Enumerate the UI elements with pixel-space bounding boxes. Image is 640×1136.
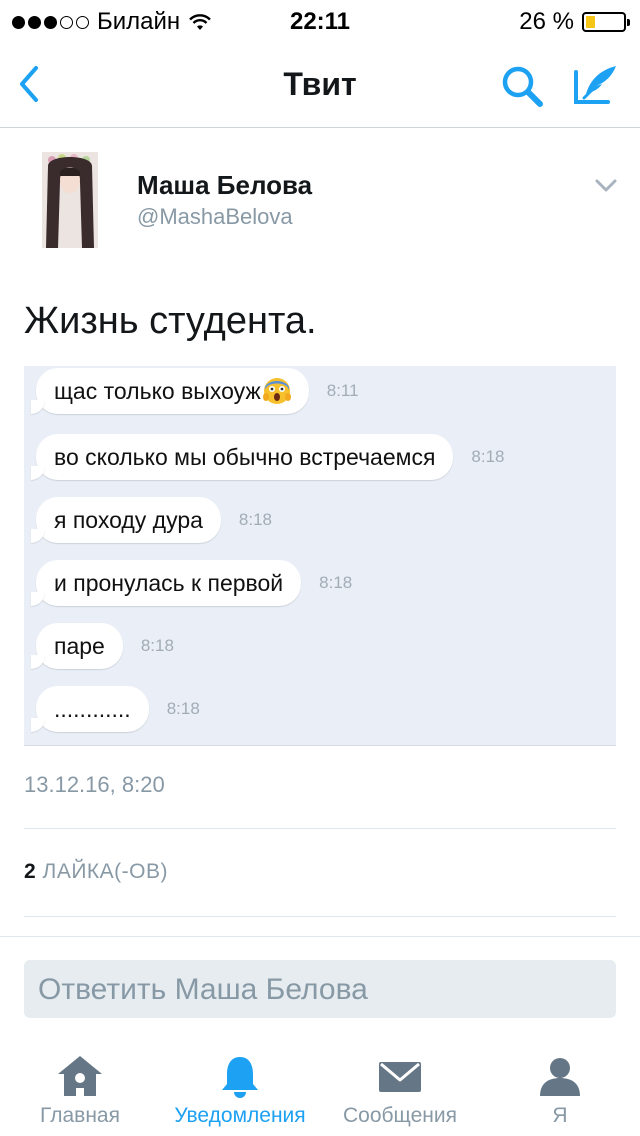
home-icon	[58, 1056, 102, 1096]
battery-percent: 26 %	[519, 8, 574, 35]
tweet-timestamp: 13.12.16, 8:20	[24, 772, 165, 797]
message-time: 8:18	[140, 636, 174, 655]
battery-icon	[582, 12, 630, 32]
message-text: я походу дура	[54, 507, 203, 533]
message-time: 8:18	[319, 573, 353, 592]
message-text: паре	[54, 633, 105, 659]
avatar[interactable]	[42, 152, 98, 248]
message-text: щас только выхоуж	[54, 378, 261, 404]
likes-number: 2	[24, 860, 37, 883]
tab-label: Уведомления	[174, 1104, 306, 1127]
scream-emoji-icon	[262, 378, 291, 404]
chat-message: ............ 8:18	[31, 686, 200, 732]
message-text: во сколько мы обычно встречаемся	[54, 444, 436, 470]
search-icon[interactable]	[498, 62, 546, 110]
divider	[0, 936, 640, 937]
message-time: 8:18	[166, 699, 200, 718]
reply-input[interactable]: Ответить Маша Белова	[24, 960, 616, 1018]
chat-message: паре 8:18	[31, 623, 174, 669]
message-bubble: и пронулась к первой	[30, 560, 302, 606]
tab-label: Я	[552, 1104, 568, 1127]
person-icon	[540, 1058, 580, 1096]
compose-icon[interactable]	[572, 60, 620, 108]
likes-label: ЛАЙКА(-ОВ)	[42, 860, 168, 883]
envelope-icon	[379, 1062, 421, 1092]
chat-message: и пронулась к первой 8:18	[30, 560, 353, 606]
likes-count[interactable]: 2 ЛАЙКА(-ОВ)	[24, 860, 168, 884]
tab-messages[interactable]: Сообщения	[330, 1040, 470, 1128]
tab-me[interactable]: Я	[500, 1040, 620, 1128]
user-name[interactable]: Маша Белова	[137, 170, 312, 201]
tab-bar: Главная Уведомления Сообщения Я	[0, 1040, 640, 1136]
message-bubble: щас только выхоуж	[31, 368, 309, 414]
chat-message: щас только выхоуж 8:11	[31, 368, 359, 414]
status-bar: Билайн 22:11 26 %	[0, 0, 640, 40]
message-bubble: ............	[31, 686, 149, 732]
divider	[24, 828, 616, 829]
message-time: 8:18	[471, 447, 505, 466]
chat-message: во сколько мы обычно встречаемся 8:18	[30, 434, 505, 480]
tweet-media-image[interactable]: щас только выхоуж 8:11 во сколько мы обы…	[24, 366, 616, 746]
chat-message: я походу дура 8:18	[31, 497, 273, 543]
divider	[24, 916, 616, 917]
message-bubble: во сколько мы обычно встречаемся	[30, 434, 454, 480]
tab-home[interactable]: Главная	[20, 1040, 140, 1128]
reply-placeholder: Ответить Маша Белова	[38, 973, 368, 1006]
message-text: ............	[54, 696, 131, 722]
message-time: 8:11	[326, 381, 359, 400]
message-time: 8:18	[238, 510, 273, 529]
tab-notifications[interactable]: Уведомления	[160, 1040, 320, 1128]
message-bubble: паре	[31, 623, 123, 669]
bell-icon	[222, 1057, 258, 1098]
chevron-down-icon[interactable]	[594, 178, 618, 194]
tweet-text: Жизнь студента.	[24, 300, 317, 342]
message-text: и пронулась к первой	[54, 570, 284, 596]
tab-label: Сообщения	[343, 1104, 457, 1127]
navigation-bar: Твит	[0, 40, 640, 128]
user-handle[interactable]: @MashaBelova	[137, 204, 293, 230]
message-bubble: я походу дура	[31, 497, 221, 543]
tab-label: Главная	[40, 1104, 120, 1127]
